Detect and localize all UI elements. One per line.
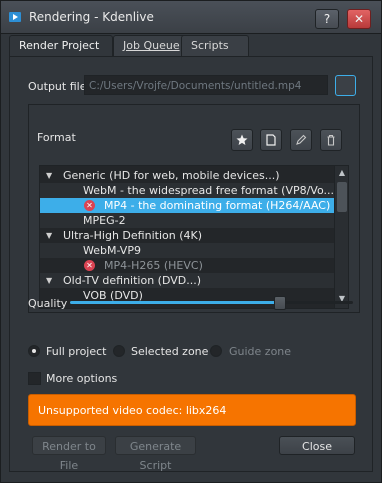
star-icon — [236, 134, 248, 145]
tree-item-row[interactable]: MPEG-2 — [40, 213, 334, 228]
scrollbar-thumb[interactable] — [337, 182, 347, 212]
unsupported-codec-warning: Unsupported video codec: libx264 — [28, 394, 356, 426]
expand-arrow-icon[interactable]: ▼ — [46, 273, 52, 288]
tree-item-label: MPEG-2 — [83, 214, 126, 227]
tree-item-label: WebM-VP9 — [83, 244, 141, 257]
error-icon: ✕ — [84, 260, 95, 271]
tree-group-row[interactable]: ▼ Old-TV definition (DVD...) — [40, 273, 334, 288]
tab-render-project[interactable]: Render Project — [9, 35, 113, 58]
generate-script-button[interactable]: Generate Script — [115, 436, 196, 472]
window-close-button[interactable]: ✕ — [347, 9, 371, 29]
tab-scripts[interactable]: Scripts — [181, 35, 249, 56]
tab-job-queue-label: Job Queue — [123, 39, 180, 52]
tree-item-row[interactable]: WebM-VP9 — [40, 243, 334, 258]
tree-group-row[interactable]: ▼ Ultra-High Definition (4K) — [40, 228, 334, 243]
tree-item-row[interactable]: WebM - the widespread free format (VP8/V… — [40, 183, 334, 198]
render-to-file-button[interactable]: Render to File — [32, 436, 106, 472]
tab-render-project-label: Render Project — [19, 39, 100, 52]
quality-slider[interactable] — [70, 296, 353, 310]
tree-item-label: WebM - the widespread free format (VP8/V… — [83, 184, 334, 197]
help-button[interactable]: ? — [315, 9, 339, 29]
new-profile-button[interactable] — [260, 129, 282, 151]
quality-slider-fill — [70, 301, 280, 304]
full-project-label[interactable]: Full project — [46, 345, 106, 358]
render-dialog: Rendering - Kdenlive ? ✕ Render Project … — [0, 0, 382, 483]
browse-button[interactable] — [335, 75, 356, 96]
tab-scripts-label: Scripts — [191, 39, 229, 52]
guide-zone-radio[interactable] — [210, 345, 222, 357]
error-icon: ✕ — [84, 200, 95, 211]
kdenlive-app-icon — [9, 12, 21, 22]
full-project-radio[interactable] — [28, 345, 40, 357]
format-tree[interactable]: ▼ Generic (HD for web, mobile devices...… — [39, 165, 349, 309]
format-group: Format ▼ Generic (HD for web, mobile dev… — [28, 104, 360, 313]
edit-icon — [296, 134, 307, 145]
delete-icon — [327, 134, 335, 146]
render-project-panel: Output file C:/Users/Vrojfe/Documents/un… — [9, 56, 373, 472]
delete-profile-button[interactable] — [320, 129, 342, 151]
edit-profile-button[interactable] — [290, 129, 312, 151]
tab-job-queue[interactable]: Job Queue — [113, 35, 189, 56]
selected-zone-label[interactable]: Selected zone — [131, 345, 208, 358]
tree-group-label: Generic (HD for web, mobile devices...) — [63, 169, 280, 182]
favorite-button[interactable] — [231, 129, 253, 151]
quality-slider-handle[interactable] — [274, 296, 287, 310]
more-options-checkbox[interactable] — [28, 372, 41, 385]
tree-group-label: Ultra-High Definition (4K) — [63, 229, 202, 242]
output-file-label: Output file — [28, 80, 87, 93]
format-tree-scrollbar[interactable]: ▲ ▼ — [334, 166, 348, 308]
quality-label: Quality — [28, 297, 68, 310]
selected-zone-radio[interactable] — [113, 345, 125, 357]
close-button[interactable]: Close — [279, 436, 355, 455]
expand-arrow-icon[interactable]: ▼ — [46, 228, 52, 243]
tree-group-row[interactable]: ▼ Generic (HD for web, mobile devices...… — [40, 168, 334, 183]
window-title: Rendering - Kdenlive — [29, 10, 154, 24]
more-options-label[interactable]: More options — [46, 372, 117, 385]
tree-item-label: MP4 - the dominating format (H264/AAC) — [104, 199, 331, 212]
scroll-up-icon[interactable]: ▲ — [337, 168, 347, 178]
title-bar: Rendering - Kdenlive ? ✕ — [1, 1, 381, 34]
format-label: Format — [37, 131, 76, 144]
tree-item-row-selected[interactable]: ✕ MP4 - the dominating format (H264/AAC) — [40, 198, 334, 213]
tree-group-label: Old-TV definition (DVD...) — [63, 274, 202, 287]
tree-item-label: MP4-H265 (HEVC) — [104, 259, 203, 272]
output-file-input[interactable]: C:/Users/Vrojfe/Documents/untitled.mp4 — [84, 75, 328, 95]
new-document-icon — [266, 134, 276, 146]
guide-zone-label[interactable]: Guide zone — [229, 345, 291, 358]
expand-arrow-icon[interactable]: ▼ — [46, 168, 52, 183]
tree-item-row-disabled[interactable]: ✕ MP4-H265 (HEVC) — [40, 258, 334, 273]
